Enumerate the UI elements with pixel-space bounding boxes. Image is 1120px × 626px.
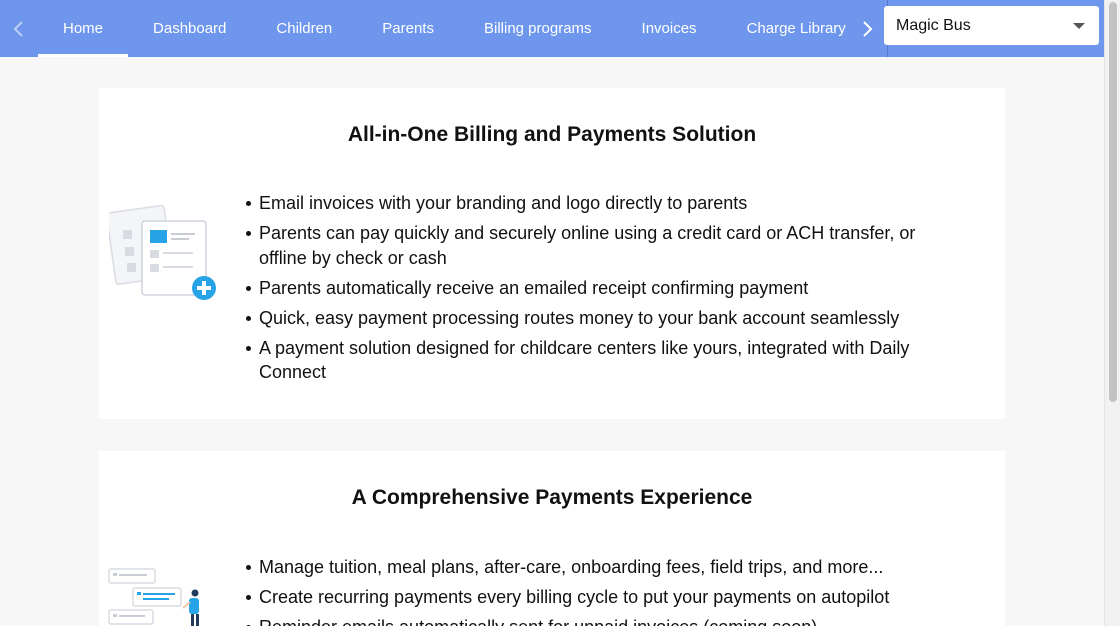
- list-item-text: Create recurring payments every billing …: [259, 587, 890, 607]
- billing-solution-card: All-in-One Billing and Payments Solution…: [99, 88, 1005, 419]
- feature-list: Manage tuition, meal plans, after-care, …: [246, 555, 959, 626]
- tab-billing-programs[interactable]: Billing programs: [459, 0, 617, 57]
- tab-label: Parents: [382, 20, 434, 37]
- tab-invoices[interactable]: Invoices: [617, 0, 722, 57]
- invoice-add-icon: [105, 203, 219, 303]
- tab-label: Charge Library: [746, 20, 846, 37]
- bullet-icon: [246, 285, 251, 291]
- chevron-down-icon: [1073, 23, 1085, 29]
- tab-dashboard[interactable]: Dashboard: [128, 0, 251, 57]
- bullet-icon: [246, 345, 251, 351]
- bullet-icon: [246, 201, 251, 206]
- tab-label: Home: [63, 20, 104, 37]
- list-item: Quick, easy payment processing routes mo…: [246, 306, 959, 331]
- payments-experience-card: A Comprehensive Payments Experience Mana…: [99, 451, 1005, 626]
- list-item: Reminder emails automatically sent for u…: [246, 615, 959, 626]
- tab-label: Invoices: [641, 20, 697, 37]
- list-item-text: Manage tuition, meal plans, after-care, …: [259, 557, 884, 577]
- scrollbar[interactable]: [1104, 0, 1120, 626]
- list-item: Parents can pay quickly and securely onl…: [246, 221, 959, 270]
- list-item-text: A payment solution designed for childcar…: [259, 337, 910, 383]
- tab-charge-library[interactable]: Charge Library: [722, 0, 848, 57]
- chevron-right-icon[interactable]: [848, 0, 888, 57]
- list-item: Create recurring payments every billing …: [246, 585, 959, 610]
- tab-home[interactable]: Home: [38, 0, 129, 57]
- tab-parents[interactable]: Parents: [357, 0, 459, 57]
- list-item-text: Parents automatically receive an emailed…: [259, 277, 809, 298]
- tab-label: Billing programs: [483, 20, 592, 37]
- list-item-text: Email invoices with your branding and lo…: [259, 193, 748, 213]
- feature-list: Email invoices with your branding and lo…: [246, 191, 959, 390]
- list-item-text: Parents can pay quickly and securely onl…: [259, 223, 916, 268]
- school-select[interactable]: Magic Bus: [884, 6, 1099, 45]
- person-messages-icon: [107, 566, 207, 626]
- bullet-icon: [246, 595, 251, 600]
- list-item: Email invoices with your branding and lo…: [246, 191, 959, 216]
- list-item-text: Reminder emails automatically sent for u…: [259, 617, 817, 626]
- bullet-icon: [246, 231, 251, 236]
- scrollbar-thumb[interactable]: [1109, 2, 1117, 402]
- bullet-icon: [246, 565, 251, 570]
- tab-label: Children: [276, 20, 333, 37]
- bullet-icon: [246, 315, 251, 321]
- nav-tabs: Home Dashboard Children Parents Billing …: [38, 0, 848, 57]
- list-item-text: Quick, easy payment processing routes mo…: [259, 307, 900, 328]
- card-title: A Comprehensive Payments Experience: [351, 486, 753, 509]
- school-select-value: Magic Bus: [896, 16, 971, 34]
- list-item: Manage tuition, meal plans, after-care, …: [246, 555, 959, 580]
- tab-label: Dashboard: [153, 20, 227, 37]
- list-item: Parents automatically receive an emailed…: [246, 276, 959, 301]
- card-title: All-in-One Billing and Payments Solution: [347, 123, 757, 146]
- list-item: A payment solution designed for childcar…: [246, 336, 959, 385]
- chevron-left-icon[interactable]: [0, 0, 38, 57]
- tab-children[interactable]: Children: [251, 0, 357, 57]
